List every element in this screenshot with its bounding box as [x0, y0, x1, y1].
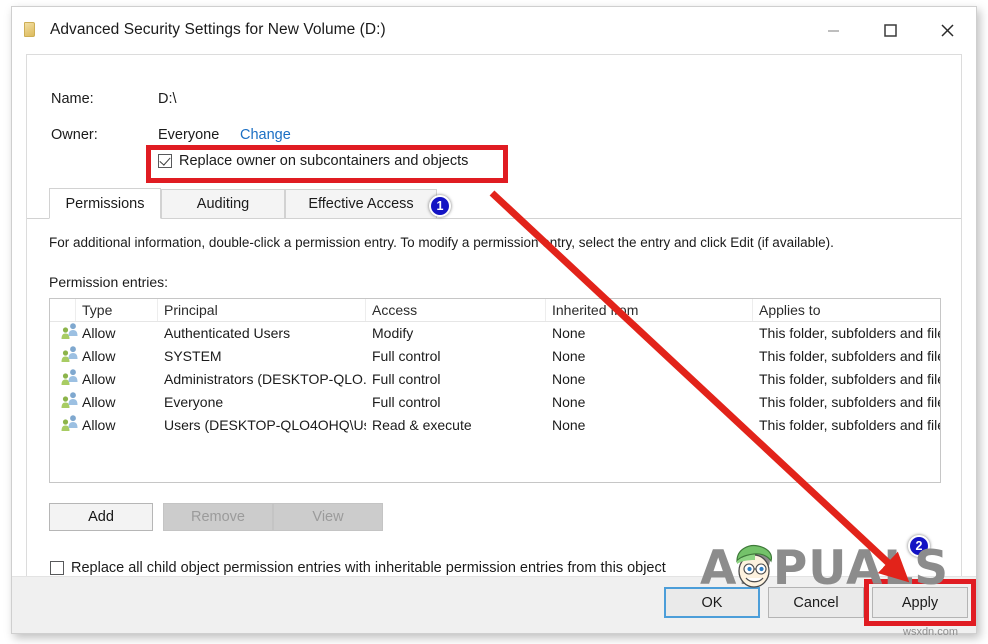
- cell-access: Full control: [366, 391, 546, 414]
- owner-value: Everyone: [158, 127, 219, 143]
- title-bar: Advanced Security Settings for New Volum…: [12, 7, 976, 53]
- name-label: Name:: [51, 91, 94, 107]
- add-button[interactable]: Add: [49, 503, 153, 531]
- table-row[interactable]: Allow Users (DESKTOP-QLO4OHQ\Us... Read …: [50, 414, 940, 437]
- column-header-access[interactable]: Access: [366, 299, 546, 321]
- cell-inherited-from: None: [546, 368, 753, 391]
- cell-access: Modify: [366, 322, 546, 345]
- cell-inherited-from: None: [546, 322, 753, 345]
- caption-button-group: [805, 7, 976, 53]
- cell-principal: SYSTEM: [158, 345, 366, 368]
- cell-applies-to: This folder, subfolders and files: [753, 345, 940, 368]
- cell-principal: Users (DESKTOP-QLO4OHQ\Us...: [158, 414, 366, 437]
- cell-applies-to: This folder, subfolders and files: [753, 322, 940, 345]
- tab-effective-access[interactable]: Effective Access: [285, 189, 437, 219]
- checkbox-box-checked[interactable]: [158, 154, 172, 168]
- table-row[interactable]: Allow Administrators (DESKTOP-QLO... Ful…: [50, 368, 940, 391]
- tab-auditing[interactable]: Auditing: [161, 189, 285, 219]
- cell-access: Full control: [366, 345, 546, 368]
- tab-permissions[interactable]: Permissions: [49, 188, 161, 219]
- step-badge-2: 2: [908, 535, 930, 557]
- apply-button[interactable]: Apply: [872, 587, 968, 618]
- checkbox-box-unchecked[interactable]: [50, 561, 64, 575]
- tab-strip: Permissions Auditing Effective Access: [27, 188, 961, 219]
- dialog-footer: OK Cancel Apply: [12, 576, 976, 633]
- cell-inherited-from: None: [546, 414, 753, 437]
- cell-applies-to: This folder, subfolders and files: [753, 368, 940, 391]
- replace-child-permissions-checkbox[interactable]: Replace all child object permission entr…: [50, 560, 666, 576]
- cell-principal: Everyone: [158, 391, 366, 414]
- folder-icon: [23, 21, 39, 39]
- cell-principal: Authenticated Users: [158, 322, 366, 345]
- change-owner-link[interactable]: Change: [240, 127, 291, 143]
- replace-owner-checkbox[interactable]: Replace owner on subcontainers and objec…: [158, 153, 468, 169]
- cell-applies-to: This folder, subfolders and files: [753, 414, 940, 437]
- window-title: Advanced Security Settings for New Volum…: [50, 21, 386, 39]
- maximize-icon[interactable]: [862, 7, 919, 53]
- watermark-url: wsxdn.com: [903, 626, 958, 638]
- cell-type: Allow: [76, 368, 158, 391]
- cell-type: Allow: [76, 345, 158, 368]
- info-text: For additional information, double-click…: [49, 235, 834, 250]
- users-icon: [50, 368, 76, 391]
- minimize-icon[interactable]: [805, 7, 862, 53]
- column-header-inherited-from[interactable]: Inherited from: [546, 299, 753, 321]
- name-value: D:\: [158, 91, 177, 107]
- content-panel: Name: D:\ Owner: Everyone Change Replace…: [26, 54, 962, 579]
- column-header-icon[interactable]: [50, 299, 76, 321]
- owner-label: Owner:: [51, 127, 98, 143]
- table-row[interactable]: Allow Authenticated Users Modify None Th…: [50, 322, 940, 345]
- permission-entries-label: Permission entries:: [49, 274, 168, 290]
- cell-access: Full control: [366, 368, 546, 391]
- table-row[interactable]: Allow SYSTEM Full control None This fold…: [50, 345, 940, 368]
- column-header-type[interactable]: Type: [76, 299, 158, 321]
- cell-type: Allow: [76, 391, 158, 414]
- cell-type: Allow: [76, 322, 158, 345]
- cell-type: Allow: [76, 414, 158, 437]
- permission-entries-table[interactable]: Type Principal Access Inherited from App…: [49, 298, 941, 483]
- column-header-applies-to[interactable]: Applies to: [753, 299, 940, 321]
- step-badge-1: 1: [429, 195, 451, 217]
- users-icon: [50, 322, 76, 345]
- replace-child-permissions-label: Replace all child object permission entr…: [71, 560, 666, 576]
- users-icon: [50, 391, 76, 414]
- replace-owner-checkbox-label: Replace owner on subcontainers and objec…: [179, 153, 468, 169]
- table-header-row: Type Principal Access Inherited from App…: [50, 299, 940, 322]
- close-icon[interactable]: [919, 7, 976, 53]
- column-header-principal[interactable]: Principal: [158, 299, 366, 321]
- cell-access: Read & execute: [366, 414, 546, 437]
- cell-inherited-from: None: [546, 345, 753, 368]
- cell-applies-to: This folder, subfolders and files: [753, 391, 940, 414]
- cell-principal: Administrators (DESKTOP-QLO...: [158, 368, 366, 391]
- advanced-security-settings-window: Advanced Security Settings for New Volum…: [11, 6, 977, 634]
- remove-button: Remove: [163, 503, 273, 531]
- ok-button[interactable]: OK: [664, 587, 760, 618]
- users-icon: [50, 345, 76, 368]
- users-icon: [50, 414, 76, 437]
- view-button: View: [273, 503, 383, 531]
- cancel-button[interactable]: Cancel: [768, 587, 864, 618]
- table-row[interactable]: Allow Everyone Full control None This fo…: [50, 391, 940, 414]
- cell-inherited-from: None: [546, 391, 753, 414]
